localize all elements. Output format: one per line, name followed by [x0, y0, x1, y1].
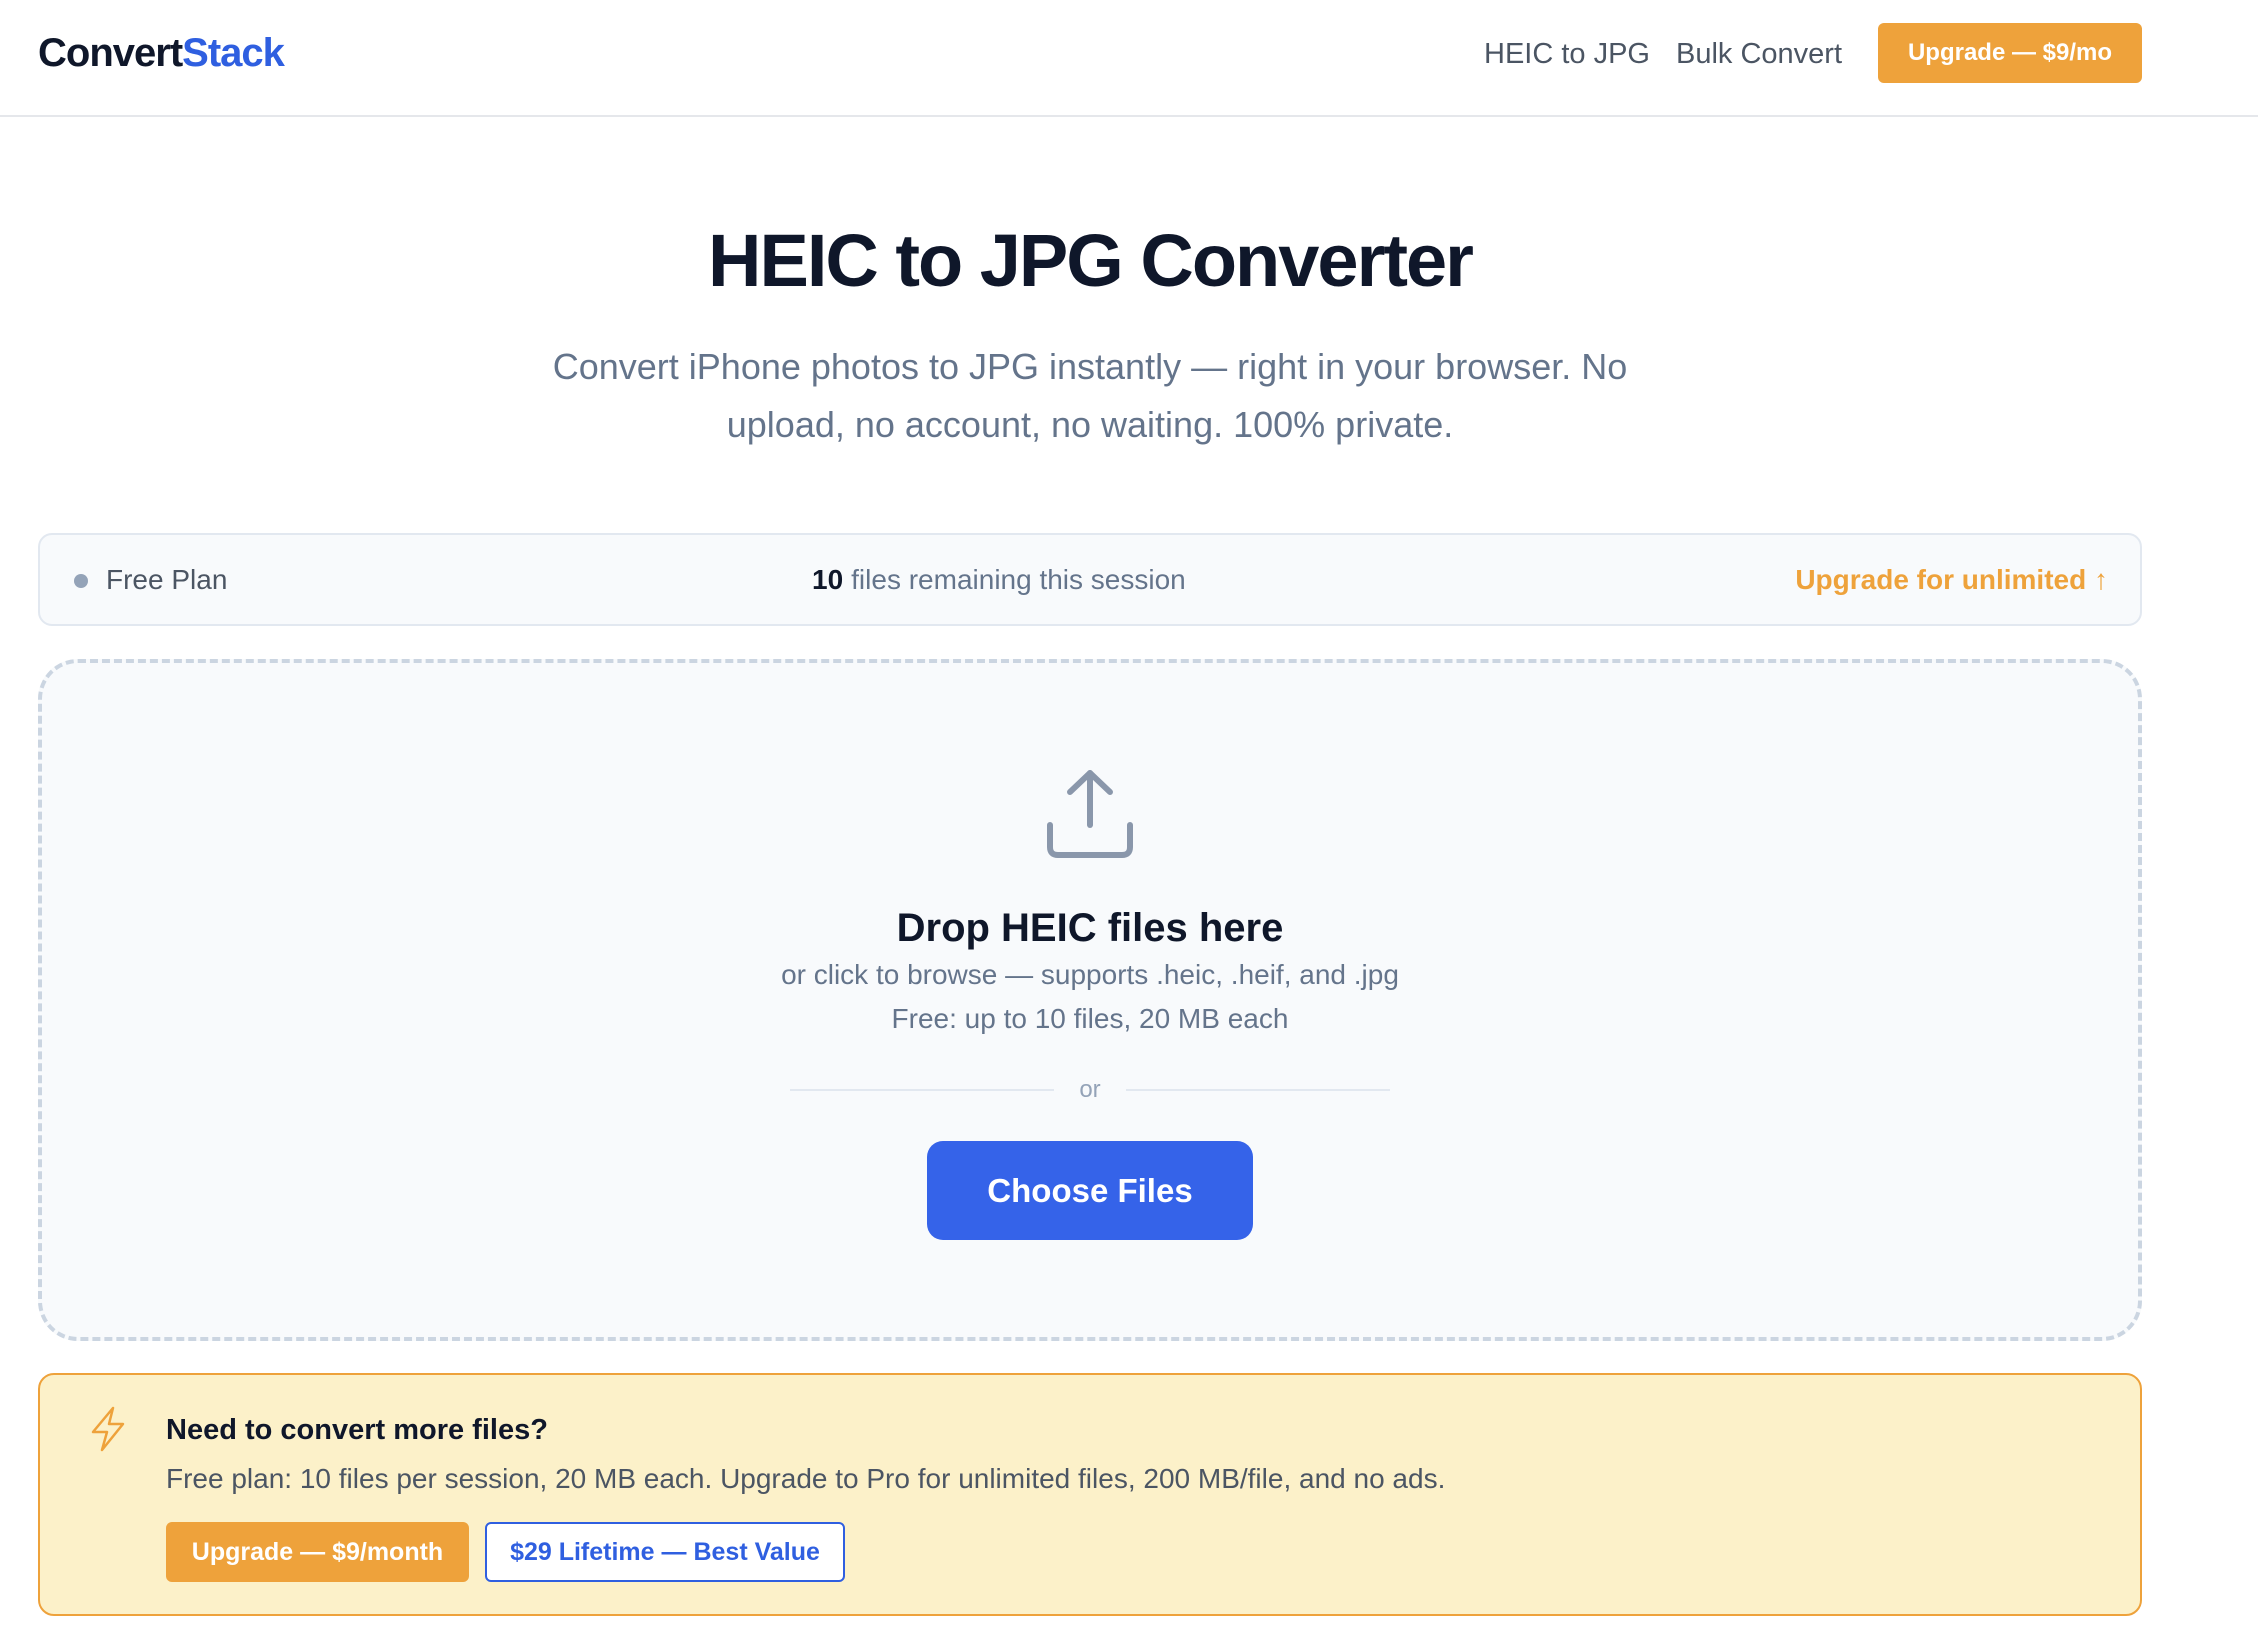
choose-files-button[interactable]: Choose Files — [927, 1141, 1253, 1240]
plan-status-dot — [74, 574, 88, 588]
lightning-bolt-icon — [91, 1406, 125, 1452]
plan-name: Free Plan — [106, 564, 228, 595]
files-remaining-count: 10 — [812, 564, 844, 595]
plan-status-bar: Free Plan 10 files remaining this session… — [38, 533, 2142, 626]
files-remaining-label: files remaining this session — [851, 564, 1186, 595]
nav-link-heic-to-jpg[interactable]: HEIC to JPG — [1484, 34, 1650, 74]
upgrade-unlimited-link[interactable]: Upgrade for unlimited ↑ — [1795, 560, 2108, 600]
upgrade-monthly-button[interactable]: Upgrade — $9/month — [166, 1522, 469, 1582]
logo-primary-text: Convert — [38, 31, 183, 75]
drop-zone-subtitle: or click to browse — supports .heic, .he… — [781, 959, 1399, 990]
top-navbar: ConvertStack HEIC to JPG Bulk Convert Up… — [0, 0, 2258, 117]
files-remaining-text: 10 files remaining this session — [812, 560, 1186, 600]
drop-zone-limit: Free: up to 10 files, 20 MB each — [891, 1003, 1289, 1034]
brand-logo[interactable]: ConvertStack — [38, 28, 285, 78]
page-subtitle: Convert iPhone photos to JPG instantly —… — [552, 346, 1628, 445]
divider-or-text: or — [1079, 1076, 1101, 1103]
upsell-title: Need to convert more files? — [166, 1414, 548, 1446]
logo-accent-text: Stack — [182, 31, 285, 75]
lifetime-deal-button[interactable]: $29 Lifetime — Best Value — [485, 1522, 845, 1582]
divider-right — [1126, 1089, 1390, 1091]
header-upgrade-button[interactable]: Upgrade — $9/mo — [1878, 23, 2142, 83]
nav-link-bulk-convert[interactable]: Bulk Convert — [1676, 34, 1842, 74]
divider-left — [790, 1089, 1054, 1091]
page-title: HEIC to JPG Converter — [708, 219, 1474, 302]
upload-icon — [1047, 770, 1133, 858]
upsell-description: Free plan: 10 files per session, 20 MB e… — [166, 1463, 1446, 1494]
drop-zone-title: Drop HEIC files here — [896, 906, 1284, 950]
